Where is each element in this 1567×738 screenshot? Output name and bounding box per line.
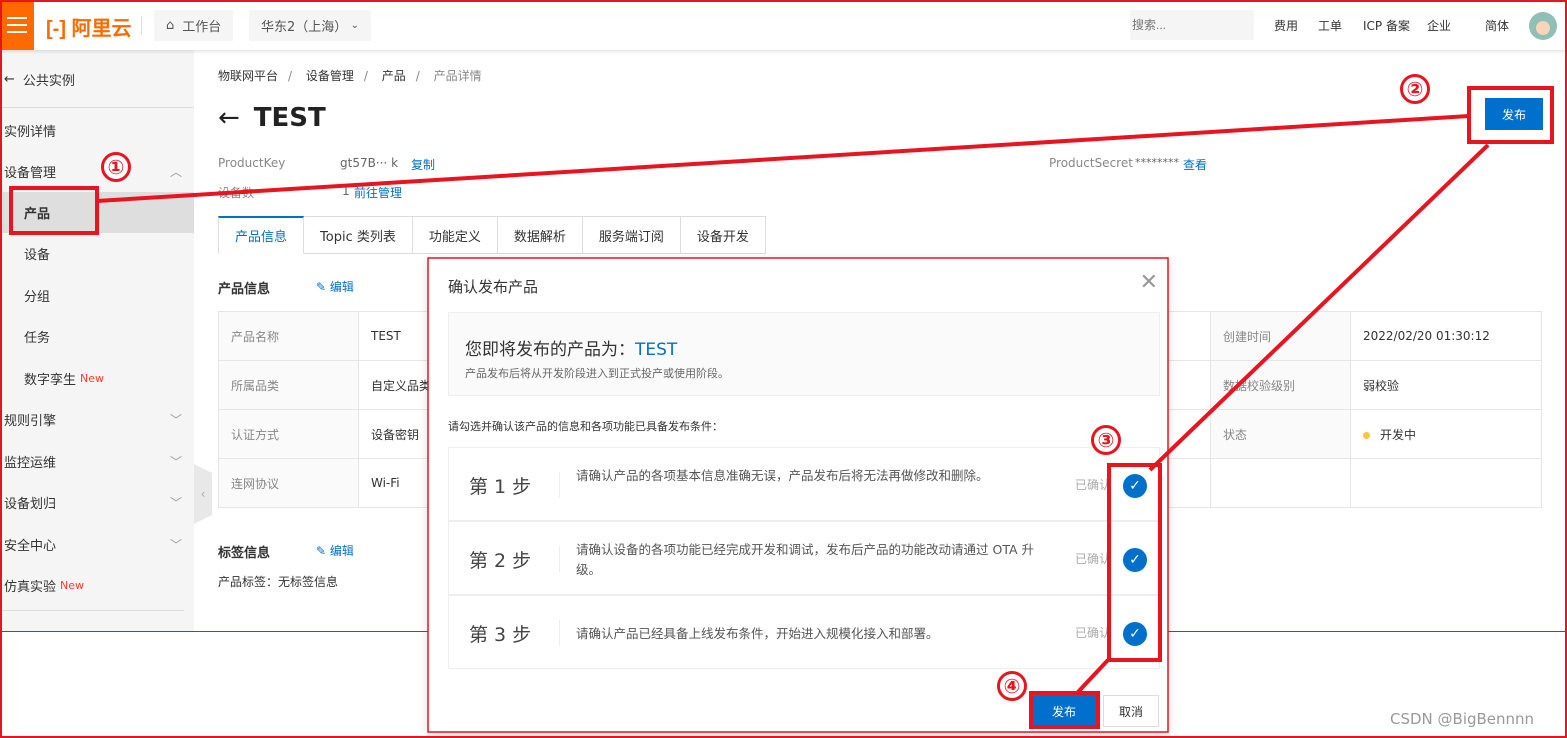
- tab-subscription[interactable]: 服务端订阅: [582, 216, 681, 254]
- chevron-down-icon: ﹀: [169, 496, 182, 510]
- link-ticket[interactable]: 工单: [1318, 17, 1342, 34]
- list-item: 第 2 步请确认设备的各项功能已经完成开发和调试，发布后产品的功能改动请通过 O…: [448, 521, 1160, 595]
- chevron-up-icon: ︿: [169, 165, 182, 179]
- sidebar-item-product[interactable]: 产品: [0, 192, 194, 233]
- edit-tags-button[interactable]: ✎ 编辑: [316, 542, 354, 559]
- annotation-1: ①: [101, 152, 131, 182]
- product-tags: 产品标签：无标签信息: [218, 575, 339, 589]
- tab-function[interactable]: 功能定义: [412, 216, 498, 254]
- cancel-button[interactable]: 取消: [1103, 695, 1159, 727]
- dialog-title: 确认发布产品: [448, 278, 539, 296]
- annotation-3: ③: [1091, 425, 1121, 455]
- product-secret-value: ********: [1135, 156, 1179, 169]
- chevron-down-icon: ⌄: [350, 20, 359, 31]
- close-icon[interactable]: ✕: [1140, 270, 1158, 295]
- top-bar: [-] 阿里云 ⌂工作台 华东2（上海）⌄ 费用 工单 ICP 备案 企业 简体: [0, 0, 1567, 50]
- status-badge: 开发中: [1380, 427, 1417, 442]
- link-billing[interactable]: 费用: [1274, 17, 1298, 34]
- new-badge: New: [80, 372, 105, 385]
- steps-list: 第 1 步请确认产品的各项基本信息准确无误，产品发布后将无法再做修改和删除。 已确…: [448, 447, 1160, 669]
- breadcrumb-item[interactable]: 产品: [382, 69, 406, 83]
- check-icon[interactable]: ✓: [1123, 548, 1147, 572]
- breadcrumb-item[interactable]: 物联网平台: [218, 69, 278, 83]
- arrow-left-icon: ←: [4, 71, 15, 87]
- pencil-icon: ✎: [316, 544, 327, 558]
- sidebar-back[interactable]: ← 公共实例: [0, 58, 194, 100]
- sidebar-item-monitor[interactable]: 监控运维 ﹀: [0, 441, 194, 482]
- avatar[interactable]: [1529, 12, 1557, 40]
- watermark: CSDN @BigBennnn: [1390, 710, 1535, 728]
- divider: [141, 16, 142, 34]
- view-secret-link[interactable]: 查看: [1183, 156, 1207, 173]
- product-key-value: gt57B··· k: [340, 156, 399, 170]
- tab-data-parse[interactable]: 数据解析: [497, 216, 583, 254]
- section-title: 标签信息: [218, 546, 271, 561]
- section-title: 产品信息: [218, 282, 271, 297]
- list-item: 第 1 步请确认产品的各项基本信息准确无误，产品发布后将无法再做修改和删除。 已确…: [448, 447, 1160, 521]
- menu-icon[interactable]: [0, 0, 34, 50]
- sidebar-item-task[interactable]: 任务: [0, 316, 194, 357]
- breadcrumb-item: 产品详情: [433, 69, 482, 83]
- collapse-sidebar-button[interactable]: ‹: [194, 464, 212, 524]
- edit-product-button[interactable]: ✎ 编辑: [316, 278, 354, 295]
- chevron-down-icon: ﹀: [169, 455, 182, 469]
- sidebar-item-security[interactable]: 安全中心 ﹀: [0, 524, 194, 565]
- sidebar-item-device-mgmt[interactable]: 设备管理 ︿: [0, 151, 194, 192]
- page-title: ← TEST: [218, 103, 326, 133]
- new-badge: New: [60, 579, 85, 592]
- sidebar-item-group[interactable]: 分组: [0, 275, 194, 316]
- tab-bar: 产品信息 Topic 类列表 功能定义 数据解析 服务端订阅 设备开发: [218, 216, 766, 254]
- tab-product-info[interactable]: 产品信息: [218, 216, 305, 254]
- sidebar-item-rules[interactable]: 规则引擎 ﹀: [0, 399, 194, 440]
- aliyun-logo[interactable]: [-] 阿里云: [46, 12, 132, 41]
- tab-device-dev[interactable]: 设备开发: [680, 216, 766, 254]
- search-input[interactable]: [1130, 10, 1254, 40]
- home-icon: ⌂: [166, 18, 175, 33]
- product-key-label: ProductKey: [218, 156, 286, 170]
- sidebar-item-simulation[interactable]: 仿真实验 New: [0, 565, 194, 606]
- breadcrumb-item[interactable]: 设备管理: [306, 69, 354, 83]
- chevron-down-icon: ﹀: [169, 413, 182, 427]
- link-enterprise[interactable]: 企业: [1427, 17, 1451, 34]
- divider: [0, 610, 184, 611]
- check-icon[interactable]: ✓: [1123, 474, 1147, 498]
- status-dot: [1363, 431, 1370, 439]
- product-secret-label: ProductSecret: [1049, 156, 1133, 170]
- sidebar-item-device[interactable]: 设备: [0, 233, 194, 274]
- back-arrow-icon[interactable]: ←: [218, 103, 240, 133]
- device-count-label: 设备数: [218, 186, 255, 200]
- link-language[interactable]: 简体: [1485, 17, 1509, 34]
- chevron-left-icon: ‹: [200, 487, 206, 501]
- manage-link[interactable]: 前往管理: [354, 184, 402, 201]
- link-icp[interactable]: ICP 备案: [1363, 17, 1410, 34]
- publish-confirm-dialog: 确认发布产品 ✕ 您即将发布的产品为：TEST 产品发布后将从开发阶段进入到正式…: [428, 258, 1168, 732]
- sidebar-item-digital-twin[interactable]: 数字孪生 New: [0, 358, 194, 399]
- breadcrumb: 物联网平台 / 设备管理 / 产品 / 产品详情: [218, 69, 482, 83]
- product-summary: 您即将发布的产品为：TEST 产品发布后将从开发阶段进入到正式投产或使用阶段。: [448, 312, 1160, 396]
- sidebar-item-instance[interactable]: 实例详情: [0, 110, 194, 151]
- device-count-value: 1: [342, 184, 350, 198]
- chevron-down-icon: ﹀: [169, 538, 182, 552]
- list-item: 第 3 步请确认产品已经具备上线发布条件，开始进入规模化接入和部署。 已确认 ✓: [448, 595, 1160, 669]
- sidebar: ← 公共实例 实例详情 设备管理 ︿ 产品 设备 分组 任务 数字孪生 New 规则引…: [0, 50, 194, 632]
- copy-link[interactable]: 复制: [411, 156, 435, 173]
- sidebar-item-assign[interactable]: 设备划归 ﹀: [0, 482, 194, 523]
- check-icon[interactable]: ✓: [1123, 622, 1147, 646]
- publish-button[interactable]: 发布: [1485, 98, 1543, 130]
- product-name: TEST: [635, 340, 678, 360]
- annotation-4: ④: [997, 671, 1027, 701]
- divider: [0, 107, 194, 108]
- pencil-icon: ✎: [316, 280, 327, 294]
- workbench-button[interactable]: ⌂ 工作台: [154, 10, 234, 41]
- annotation-2: ②: [1400, 74, 1430, 104]
- tab-topic[interactable]: Topic 类列表: [304, 216, 413, 254]
- confirm-publish-button[interactable]: 发布: [1031, 695, 1097, 727]
- region-select[interactable]: 华东2（上海） ⌄: [249, 10, 371, 41]
